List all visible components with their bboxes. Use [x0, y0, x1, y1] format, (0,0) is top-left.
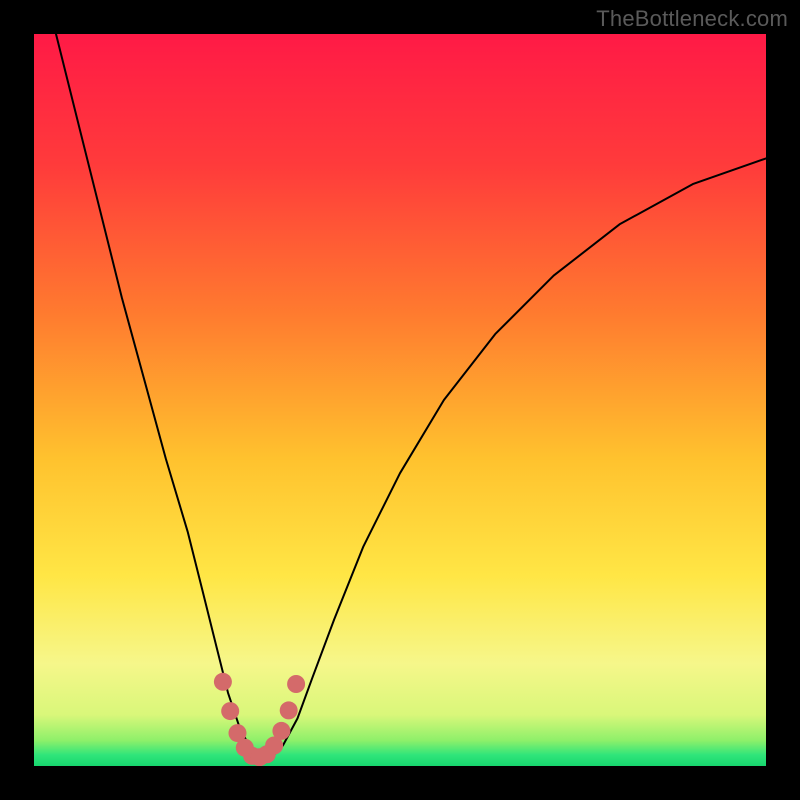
trough-marker [272, 722, 290, 740]
plot-area [34, 34, 766, 766]
bottleneck-curve [56, 34, 766, 757]
trough-marker [221, 702, 239, 720]
chart-frame: TheBottleneck.com [0, 0, 800, 800]
trough-marker [280, 701, 298, 719]
curve-layer [34, 34, 766, 766]
trough-markers [214, 673, 305, 766]
watermark-text: TheBottleneck.com [596, 6, 788, 32]
trough-marker [214, 673, 232, 691]
trough-marker [287, 675, 305, 693]
